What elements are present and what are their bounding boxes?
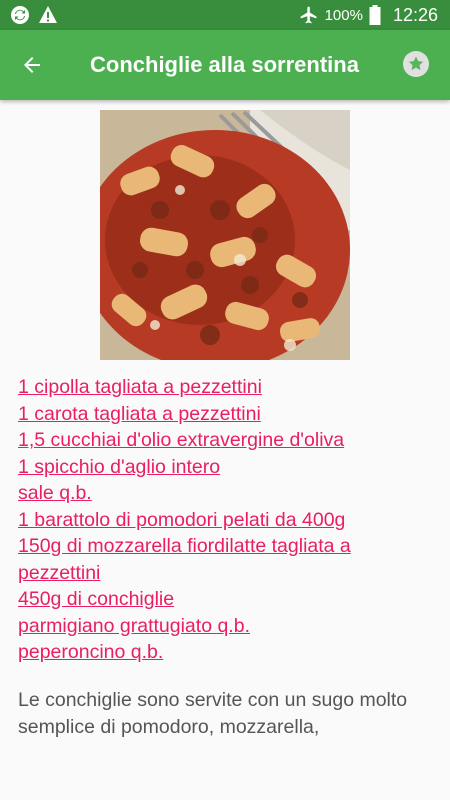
airplane-mode-icon: [300, 6, 317, 24]
ingredient-link[interactable]: 1 carota tagliata a pezzettini: [18, 401, 438, 428]
recipe-description: Le conchiglie sono servite con un sugo m…: [18, 689, 408, 738]
ingredient-link[interactable]: 150g di mozzarella fiordilatte tagliata …: [18, 533, 438, 586]
page-title: Conchiglie alla sorrentina: [90, 52, 359, 77]
ingredient-link[interactable]: 1 barattolo di pomodori pelati da 400g: [18, 507, 438, 534]
ingredient-link[interactable]: parmigiano grattugiato q.b.: [18, 613, 438, 640]
ingredient-link[interactable]: peperoncino q.b.: [18, 639, 438, 666]
ingredient-link[interactable]: 1 spicchio d'aglio intero: [18, 454, 438, 481]
ingredient-link[interactable]: 1 cipolla tagliata a pezzettini: [18, 374, 438, 401]
ingredient-link[interactable]: sale q.b.: [18, 480, 438, 507]
arrow-back-icon: [24, 57, 40, 73]
status-left-icons: [10, 5, 58, 25]
recipe-photo: [100, 110, 350, 360]
pasta-dish-image: [100, 110, 350, 360]
sync-icon: [11, 6, 29, 24]
ingredient-link[interactable]: 1,5 cucchiai d'olio extravergine d'oliva: [18, 427, 438, 454]
favorite-button[interactable]: [402, 50, 430, 78]
clock: 12:26: [392, 4, 438, 25]
star-icon: [403, 51, 429, 77]
ingredients-list: 1 cipolla tagliata a pezzettini 1 carota …: [18, 374, 438, 666]
recipe-content[interactable]: 1 cipolla tagliata a pezzettini 1 carota …: [0, 100, 450, 800]
battery-icon: [369, 5, 381, 25]
back-button[interactable]: [14, 47, 50, 83]
warning-icon: [39, 6, 57, 23]
battery-percent: 100%: [324, 6, 363, 24]
status-bar: 100% 12:26: [0, 0, 450, 30]
ingredient-link[interactable]: 450g di conchiglie: [18, 586, 438, 613]
app-bar: Conchiglie alla sorrentina: [0, 30, 450, 100]
status-right: 100% 12:26: [299, 5, 438, 25]
